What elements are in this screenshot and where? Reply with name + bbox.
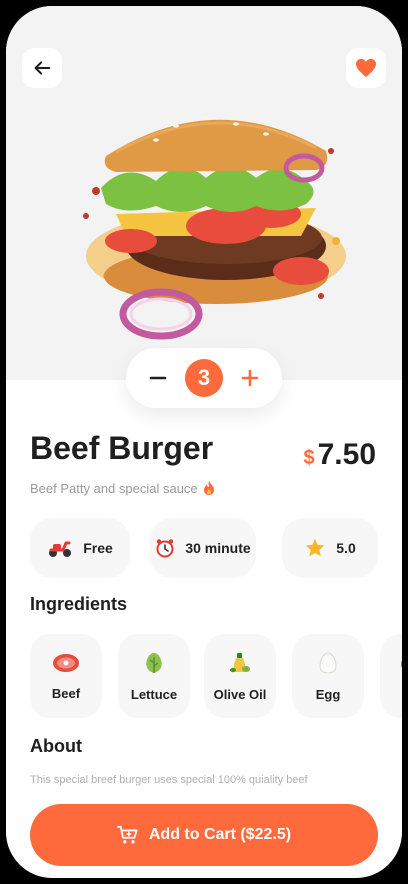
ingredient-item[interactable]: To — [380, 634, 402, 718]
product-title: Beef Burger — [30, 430, 214, 466]
ingredient-item[interactable]: Lettuce — [118, 634, 190, 718]
rating-label: 5.0 — [336, 540, 356, 556]
plus-icon — [241, 369, 259, 387]
info-chips: Free 30 minute 5.0 — [26, 518, 382, 578]
increase-button[interactable] — [236, 364, 264, 392]
time-label: 30 minute — [185, 540, 251, 556]
lettuce-icon — [146, 652, 162, 673]
quantity-stepper: 3 — [126, 348, 282, 408]
beef-icon — [53, 653, 79, 672]
about-text: This special breef burger uses special 1… — [30, 774, 308, 786]
cart-icon — [116, 825, 138, 844]
add-to-cart-label: Add to Cart ($22.5) — [148, 826, 292, 843]
quantity-value: 3 — [185, 359, 223, 397]
tomato-icon — [401, 659, 402, 668]
product-subtitle: Beef Patty and special sauce — [30, 480, 216, 496]
delivery-chip: Free — [30, 518, 130, 578]
ingredient-item[interactable]: Beef — [30, 634, 102, 718]
ingredients-heading: Ingredients — [30, 594, 128, 614]
ingredient-label: Beef — [51, 685, 81, 701]
ingredient-item[interactable]: Olive Oil — [204, 634, 276, 718]
add-to-cart-button[interactable]: Add to Cart ($22.5) — [30, 804, 378, 866]
time-chip: 30 minute — [150, 518, 256, 578]
star-icon — [306, 538, 325, 557]
ingredient-label: Egg — [315, 686, 341, 702]
burger-image — [83, 116, 346, 340]
phone-screen: 3 Beef Burger $ 7.50 Beef Patty and spec… — [6, 6, 402, 878]
delivery-label: Free — [83, 540, 113, 556]
egg-icon — [319, 651, 337, 674]
olive-oil-icon — [230, 652, 250, 672]
ingredient-label: Lettuce — [130, 686, 178, 702]
minus-icon — [149, 376, 167, 380]
ingredient-label: Olive Oil — [213, 686, 267, 702]
back-button[interactable] — [22, 48, 62, 88]
product-price: $ 7.50 — [303, 438, 376, 472]
ingredients-list: Beef Lettuce Olive Oil Egg — [30, 634, 402, 718]
rating-chip: 5.0 — [282, 518, 378, 578]
decrease-button[interactable] — [144, 364, 172, 392]
subtitle-text: Beef Patty and special sauce — [30, 480, 198, 496]
fire-icon — [203, 481, 214, 495]
currency-symbol: $ — [303, 447, 315, 469]
back-arrow-icon — [34, 61, 51, 75]
price-value: 7.50 — [317, 438, 376, 471]
favorite-button[interactable] — [346, 48, 386, 88]
alarm-clock-icon — [156, 539, 174, 558]
heart-icon — [356, 58, 376, 78]
ingredient-item[interactable]: Egg — [292, 634, 364, 718]
scooter-icon — [49, 541, 72, 557]
product-hero — [6, 6, 402, 380]
about-heading: About — [30, 736, 82, 756]
